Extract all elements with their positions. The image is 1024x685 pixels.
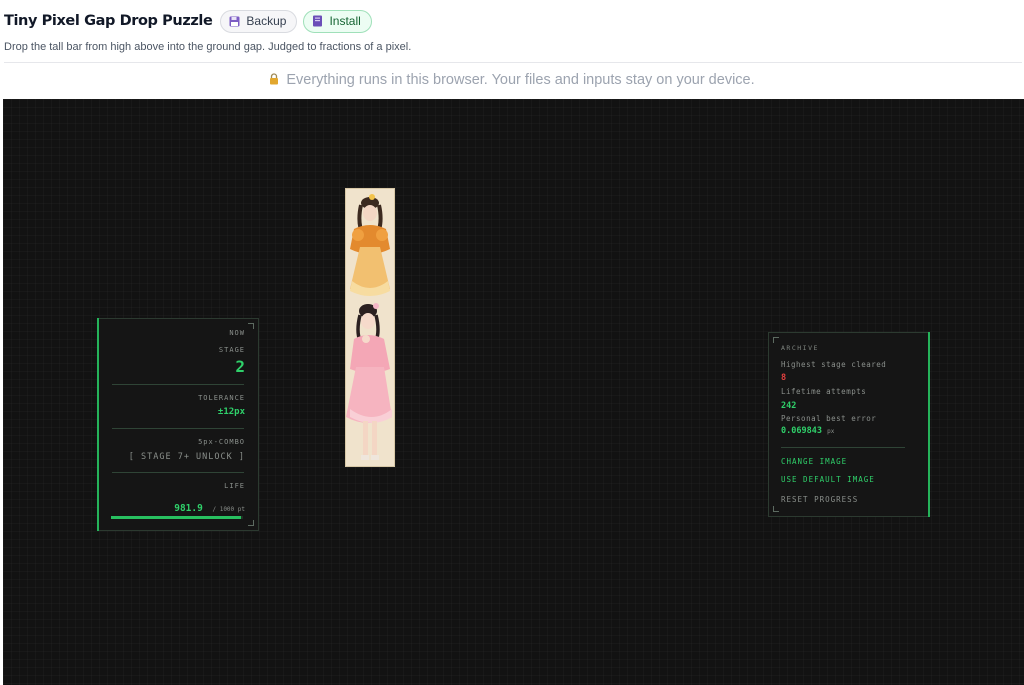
game-canvas[interactable]: NOW STAGE 2 TOLERANCE ±12px 5px-COMBO [ … xyxy=(3,99,1024,685)
life-value: 981.9 xyxy=(174,503,203,514)
bar-picture xyxy=(346,189,394,466)
install-button[interactable]: Install xyxy=(303,9,372,33)
hud-divider xyxy=(112,384,244,385)
personal-best-label: Personal best error xyxy=(781,414,877,423)
status-hud: NOW STAGE 2 TOLERANCE ±12px 5px-COMBO [ … xyxy=(97,318,259,531)
title-row: Tiny Pixel Gap Drop Puzzle Backup Instal… xyxy=(4,9,378,33)
header-divider xyxy=(4,62,1022,63)
floppy-disk-icon xyxy=(229,16,240,26)
lock-icon xyxy=(270,73,279,85)
privacy-text: Everything runs in this browser. Your fi… xyxy=(286,72,755,88)
personal-best-unit: px xyxy=(827,428,835,435)
combo-label: 5px-COMBO xyxy=(198,438,245,446)
change-image-button[interactable]: CHANGE IMAGE xyxy=(781,457,847,466)
lifetime-attempts-value: 242 xyxy=(781,401,797,411)
hud-divider xyxy=(112,472,244,473)
app-header: Tiny Pixel Gap Drop Puzzle Backup Instal… xyxy=(0,0,1024,99)
life-bar xyxy=(111,516,243,519)
archive-divider xyxy=(781,447,905,448)
archive-corner-top-left xyxy=(773,337,779,343)
subtitle: Drop the tall bar from high above into t… xyxy=(4,41,412,53)
combo-lock-status: [ STAGE 7+ UNLOCK ] xyxy=(128,452,245,462)
personal-best-readout: 0.069843 px xyxy=(781,426,834,436)
lifetime-attempts-label: Lifetime attempts xyxy=(781,387,867,396)
use-default-image-button[interactable]: USE DEFAULT IMAGE xyxy=(781,475,875,484)
hud-corner-bottom-right xyxy=(248,520,254,526)
privacy-notice: Everything runs in this browser. Your fi… xyxy=(0,72,1024,88)
install-label: Install xyxy=(329,14,361,28)
life-max: / 1000 pt xyxy=(212,506,245,513)
archive-panel: ARCHIVE Highest stage cleared 8 Lifetime… xyxy=(768,332,930,517)
stage-label: STAGE xyxy=(218,346,245,354)
life-label: LIFE xyxy=(224,482,245,490)
life-bar-fill xyxy=(111,516,241,519)
tall-bar-image[interactable] xyxy=(345,188,395,467)
now-label: NOW xyxy=(229,329,245,337)
hud-divider xyxy=(112,428,244,429)
stage-value: 2 xyxy=(235,357,245,376)
backup-label: Backup xyxy=(246,14,287,28)
book-icon xyxy=(313,15,323,27)
tolerance-label: TOLERANCE xyxy=(198,394,245,402)
tolerance-value: ±12px xyxy=(217,407,245,417)
hud-corner-top-right xyxy=(248,323,254,329)
archive-heading: ARCHIVE xyxy=(781,344,819,352)
backup-button[interactable]: Backup xyxy=(220,9,298,33)
personal-best-value: 0.069843 xyxy=(781,426,822,436)
archive-corner-bottom-left xyxy=(773,506,779,512)
reset-progress-button[interactable]: RESET PROGRESS xyxy=(781,495,858,504)
app-title: Tiny Pixel Gap Drop Puzzle xyxy=(4,13,213,29)
highest-stage-label: Highest stage cleared xyxy=(781,360,887,369)
highest-stage-value: 8 xyxy=(781,373,787,383)
life-readout: 981.9 / 1000 pt xyxy=(174,496,245,515)
